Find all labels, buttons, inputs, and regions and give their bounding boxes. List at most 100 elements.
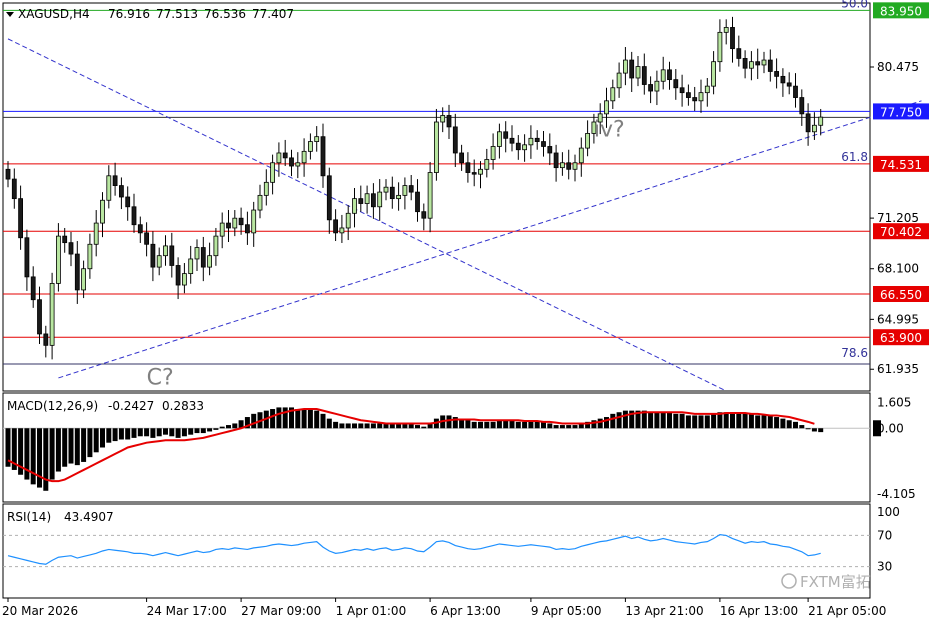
candle-body [452, 126, 458, 154]
candle-body [686, 92, 691, 98]
macd-bar [295, 409, 301, 429]
candle-body [43, 333, 49, 346]
candle-body [100, 199, 105, 224]
time-tick-label-7: 16 Apr 13:00 [720, 604, 798, 618]
fib-label-78-6: 78.6 [841, 346, 868, 360]
candle-body [106, 175, 112, 201]
candle-body [496, 131, 502, 147]
price-tick-label-2: 68.100 [877, 262, 919, 276]
macd-bar [131, 428, 137, 438]
macd-bar [118, 428, 124, 440]
price-tick-label-0: 80.475 [877, 60, 919, 74]
candle-body [604, 100, 609, 115]
macd-bar [553, 425, 559, 429]
macd-bar [314, 410, 320, 429]
macd-bar [125, 428, 131, 440]
macd-bar [282, 407, 288, 429]
macd-bar [818, 428, 824, 433]
time-tick-label-8: 21 Apr 05:00 [808, 604, 886, 618]
candle-body [648, 84, 653, 92]
price-tick-label-1: 71.205 [877, 211, 919, 225]
time-tick-label-2: 27 Mar 09:00 [241, 604, 321, 618]
macd-bar [692, 415, 698, 429]
wave-label-c: C? [147, 365, 174, 390]
macd-bar [786, 420, 792, 429]
wave-label-iv: iv? [594, 118, 625, 143]
candle-body [194, 247, 200, 260]
macd-main-value: -0.2427 [108, 399, 154, 413]
macd-bar [471, 421, 477, 429]
candle-body [749, 61, 754, 69]
macd-bar [698, 415, 704, 429]
fxtm-logo: FXTM富拓 [781, 573, 871, 591]
price-box-label-3: 70.402 [880, 225, 922, 239]
candle-body [547, 146, 553, 154]
ohlc-close: 77.407 [252, 7, 294, 21]
candlesticks [5, 16, 824, 360]
candle-body [515, 142, 521, 151]
price-box-label-2: 74.531 [880, 158, 922, 172]
candle-body [704, 85, 710, 94]
candle-body [730, 27, 735, 50]
macd-bar [326, 418, 332, 429]
macd-bar [490, 421, 496, 429]
macd-bar [200, 428, 206, 434]
candle-body [673, 79, 679, 89]
macd-bar [62, 428, 68, 467]
macd-bar [509, 420, 515, 429]
macd-bar [742, 413, 748, 429]
candle-body [389, 186, 395, 200]
symbol-dropdown-icon[interactable] [6, 12, 14, 17]
svg-text:FXTM富拓: FXTM富拓 [800, 573, 871, 591]
price-box-label-4: 66.550 [880, 288, 922, 302]
macd-bar [496, 420, 502, 429]
candle-body [119, 185, 124, 198]
macd-bar [622, 410, 628, 429]
macd-bar [364, 423, 370, 429]
candle-body [560, 162, 565, 169]
candle-body [169, 245, 175, 266]
macd-bar [377, 423, 383, 429]
macd-bar [207, 428, 213, 432]
macd-bar [43, 428, 49, 491]
candle-body [219, 222, 225, 237]
macd-bar [503, 420, 509, 429]
macd-bar [68, 428, 74, 464]
candle-body [307, 141, 313, 152]
candle-body [793, 85, 798, 98]
macd-bar [755, 415, 761, 429]
candle-body [767, 59, 773, 72]
macd-bar [194, 428, 200, 434]
candle-body [74, 253, 80, 291]
candle-body [370, 193, 376, 208]
candle-body [711, 61, 716, 87]
macd-bar [345, 423, 351, 429]
macd-bar [276, 407, 282, 429]
macd-bar [793, 421, 798, 429]
candle-body [440, 115, 446, 123]
macd-bar [748, 413, 754, 429]
candle-body [774, 71, 779, 77]
candle-body [49, 283, 55, 346]
candle-body [471, 172, 477, 175]
macd-bar [415, 425, 420, 429]
candle-body [125, 196, 131, 208]
horizontal-levels [3, 9, 870, 365]
candle-body [799, 97, 805, 115]
macd-indicator [3, 407, 870, 491]
macd-bar [112, 428, 118, 442]
macd-bar [333, 421, 339, 429]
candle-body [24, 237, 30, 278]
macd-bar [156, 428, 162, 437]
candle-body [585, 133, 590, 149]
ohlc-high: 77.513 [156, 7, 198, 21]
candle-body [755, 61, 761, 66]
candle-body [780, 75, 786, 84]
fib-label-61-8: 61.8 [841, 150, 868, 164]
candle-body [623, 59, 628, 74]
candle-body [572, 162, 578, 170]
macd-bar [811, 428, 817, 432]
rsi-tick-2: 30 [877, 560, 892, 574]
macd-bar [270, 409, 276, 429]
macd-bar [566, 425, 572, 429]
